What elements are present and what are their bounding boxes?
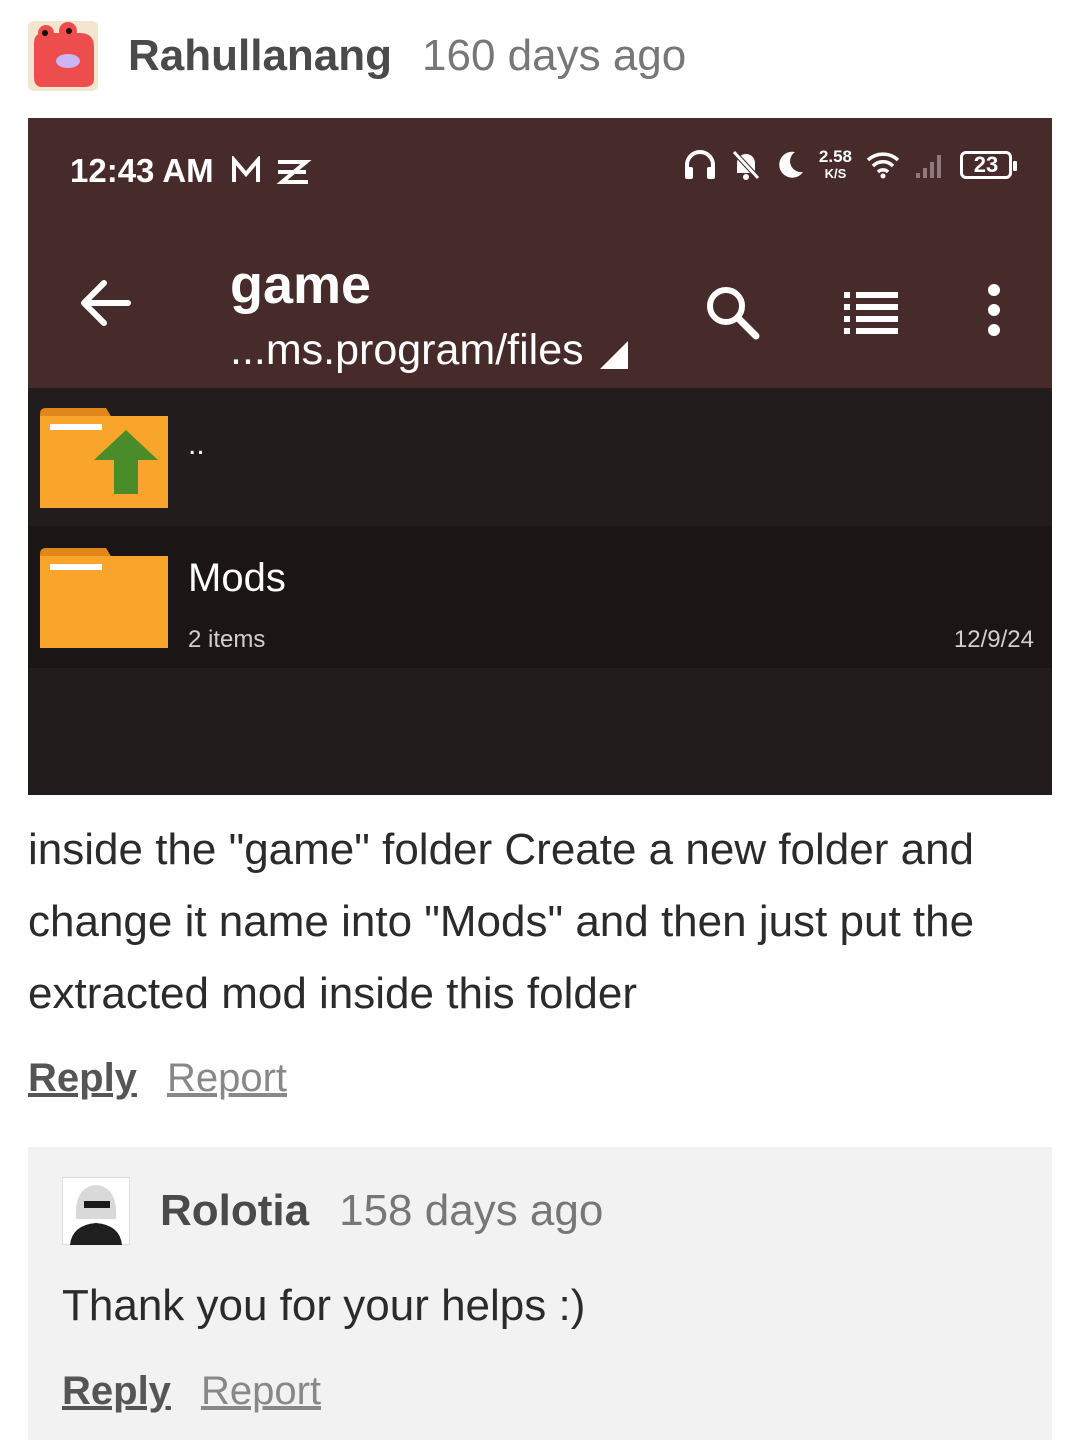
attached-screenshot[interactable]: 12:43 AM 2.58 K/S 23 game ...ms.program/… [28,118,1052,795]
app-bar: game ...ms.program/files [28,226,1052,388]
folder-row-mods[interactable]: Mods 2 items 12/9/24 [28,526,1052,668]
reply-body: Thank you for your helps :) [62,1281,586,1330]
frog-avatar[interactable] [28,21,98,91]
speed-value: 2.58 [818,147,852,166]
moon-icon [779,151,803,178]
comment-header: Rahullanang 160 days ago [28,18,686,94]
dropdown-triangle-icon [599,341,628,369]
user-avatar[interactable] [62,1177,130,1245]
item-count: 2 items [188,626,266,653]
report-link[interactable]: Report [167,1056,287,1101]
folder-up-icon [40,408,168,508]
folder-path[interactable]: ...ms.program/files [230,326,630,375]
comment-actions: Reply Report [28,1056,287,1101]
reply-actions: Reply Report [62,1369,321,1414]
battery-icon: 23 [960,151,1017,179]
file-name: Mods [188,556,286,600]
headphones-icon [684,150,715,179]
signal-icon [916,155,941,178]
status-time: 12:43 AM [70,152,214,189]
report-link[interactable]: Report [201,1369,321,1414]
folder-icon [40,548,168,648]
bell-muted-icon [732,150,760,180]
status-icons: 2.58 K/S 23 [683,148,1017,182]
comment-author[interactable]: Rahullanang [128,31,392,81]
wifi-icon [866,152,900,179]
notification-icons [232,156,312,184]
list-view-icon[interactable] [844,290,900,334]
reply-link[interactable]: Reply [28,1056,137,1101]
status-bar: 12:43 AM 2.58 K/S 23 [28,118,1052,226]
file-name: .. [188,428,205,461]
folder-title: game [230,255,372,315]
network-speed: 2.58 K/S [819,148,852,182]
more-vertical-icon[interactable] [982,282,1006,338]
back-arrow-icon[interactable] [76,274,134,332]
reply-header: Rolotia 158 days ago [62,1175,603,1247]
path-text: ...ms.program/files [230,326,584,374]
reply-link[interactable]: Reply [62,1369,171,1414]
reply-author[interactable]: Rolotia [160,1186,309,1236]
search-icon[interactable] [704,284,760,340]
comment-time: 160 days ago [422,31,687,80]
reply-comment: Rolotia 158 days ago Thank you for your … [28,1147,1052,1440]
reply-time: 158 days ago [339,1186,604,1235]
speed-unit: K/S [824,166,847,181]
modified-date: 12/9/24 [953,626,1034,653]
parent-folder-row[interactable]: .. [28,388,1052,526]
comment-body: inside the "game" folder Create a new fo… [28,825,975,1018]
